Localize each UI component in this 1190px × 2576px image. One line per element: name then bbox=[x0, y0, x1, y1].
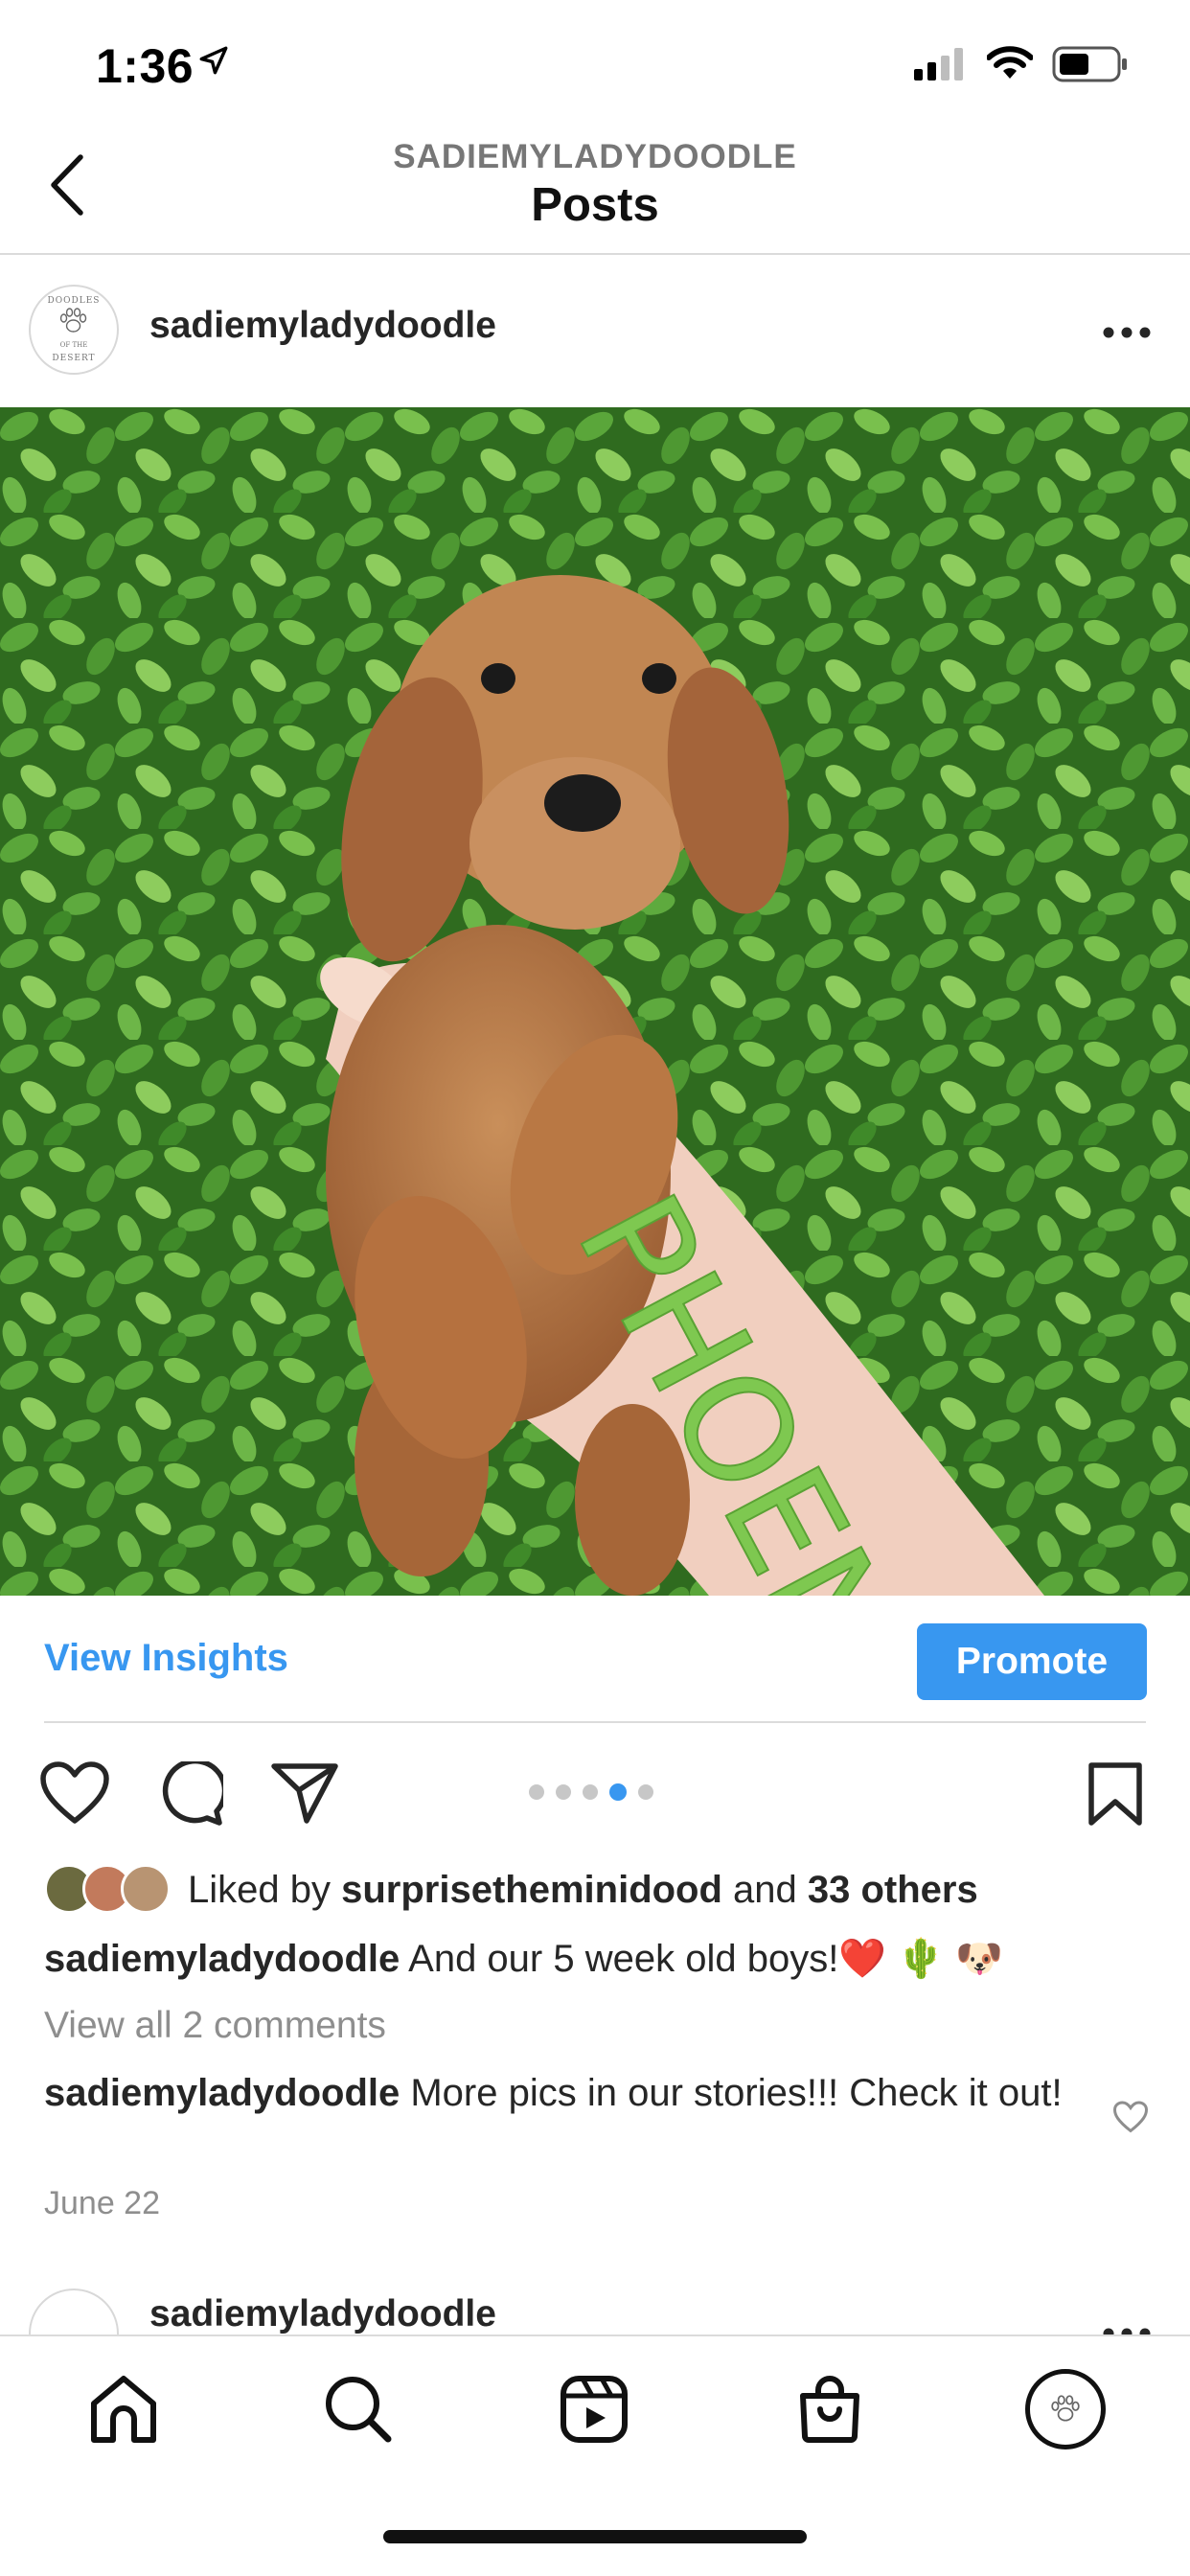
home-icon bbox=[91, 2376, 156, 2443]
tab-search[interactable] bbox=[324, 2375, 393, 2449]
comment-button[interactable] bbox=[156, 1758, 228, 1831]
tab-reels[interactable] bbox=[560, 2375, 629, 2449]
search-icon bbox=[326, 2377, 392, 2443]
more-options-icon[interactable] bbox=[1102, 326, 1152, 344]
view-insights-link[interactable]: View Insights bbox=[44, 1637, 288, 1680]
page-title: Posts bbox=[531, 179, 659, 231]
post-username[interactable]: sadiemyladydoodle bbox=[149, 305, 496, 347]
next-post-username[interactable]: sadiemyladydoodle bbox=[149, 2293, 496, 2335]
liked-by-user[interactable]: surprisetheminidood bbox=[341, 1869, 722, 1911]
carousel-dot bbox=[638, 1784, 653, 1800]
comment-item: sadiemyladydoodle More pics in our stori… bbox=[44, 2070, 1088, 2116]
header-username: SADIEMYLADYDOODLE bbox=[393, 138, 797, 175]
shop-icon bbox=[800, 2376, 859, 2443]
comment-username[interactable]: sadiemyladydoodle bbox=[44, 2072, 400, 2114]
wifi-icon bbox=[986, 46, 1034, 85]
paw-logo-icon bbox=[1051, 2395, 1080, 2422]
status-time: 1:36 bbox=[96, 39, 195, 93]
location-arrow-icon bbox=[197, 44, 230, 81]
tab-shop[interactable] bbox=[795, 2375, 864, 2449]
carousel-indicator bbox=[529, 1783, 653, 1801]
post-caption: sadiemyladydoodle And our 5 week old boy… bbox=[44, 1936, 1003, 1981]
view-comments-link[interactable]: View all 2 comments bbox=[44, 2005, 386, 2047]
tab-home[interactable] bbox=[88, 2375, 159, 2449]
insights-divider bbox=[44, 1721, 1146, 1723]
paw-logo-icon bbox=[60, 308, 87, 333]
caption-text: And our 5 week old boys!❤️ 🌵 🐶 bbox=[400, 1938, 1003, 1980]
post-avatar[interactable]: DOODLES OF THE DESERT bbox=[29, 285, 119, 375]
caption-username[interactable]: sadiemyladydoodle bbox=[44, 1938, 400, 1980]
liker-avatar bbox=[121, 1864, 171, 1914]
cellular-signal-icon bbox=[914, 48, 968, 85]
save-button[interactable] bbox=[1087, 1761, 1144, 1831]
carousel-dot bbox=[529, 1784, 544, 1800]
share-button[interactable] bbox=[270, 1761, 339, 1829]
send-icon bbox=[271, 1763, 338, 1824]
comment-icon bbox=[162, 1758, 228, 1826]
carousel-dot bbox=[583, 1784, 598, 1800]
likes-count[interactable]: 33 others bbox=[808, 1869, 978, 1911]
puppy-photo-illustration: PHOENIX bbox=[0, 407, 1190, 1596]
carousel-dot bbox=[556, 1784, 571, 1800]
avatar-logo: DOODLES OF THE DESERT bbox=[47, 296, 101, 363]
bookmark-icon bbox=[1088, 1762, 1142, 1826]
comment-text: More pics in our stories!!! Check it out… bbox=[400, 2072, 1063, 2114]
post-photo[interactable]: PHOENIX bbox=[0, 407, 1190, 1596]
carousel-dot-active bbox=[609, 1783, 627, 1801]
comment-like-icon[interactable] bbox=[1112, 2101, 1149, 2138]
reels-icon bbox=[561, 2376, 628, 2443]
home-indicator[interactable] bbox=[383, 2530, 807, 2543]
tab-profile[interactable] bbox=[1025, 2369, 1106, 2450]
promote-button[interactable]: Promote bbox=[917, 1623, 1147, 1700]
battery-icon bbox=[1052, 46, 1129, 87]
liked-by-connector: and bbox=[721, 1869, 808, 1911]
post-date: June 22 bbox=[44, 2185, 160, 2221]
like-button[interactable] bbox=[40, 1761, 109, 1829]
header-divider bbox=[0, 253, 1190, 255]
liked-by-text[interactable]: Liked by surprisetheminidood and 33 othe… bbox=[188, 1869, 978, 1912]
profile-avatar bbox=[1025, 2369, 1106, 2450]
liked-by-prefix: Liked by bbox=[188, 1869, 342, 1911]
heart-icon bbox=[40, 1761, 109, 1824]
